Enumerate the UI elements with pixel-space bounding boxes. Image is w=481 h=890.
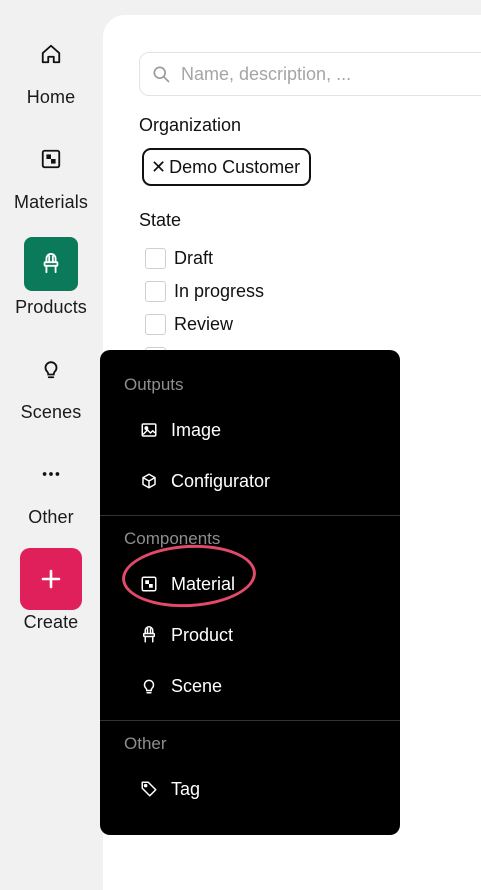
organization-title: Organization <box>139 115 242 135</box>
menu-item-scene[interactable]: Scene <box>140 671 222 701</box>
more-icon <box>24 447 78 501</box>
create-menu: Outputs Image Configurator Components Ma… <box>100 350 400 835</box>
menu-item-image[interactable]: Image <box>140 415 221 445</box>
tag-icon <box>141 781 157 797</box>
checkbox[interactable] <box>145 247 166 269</box>
create-button[interactable]: Create <box>0 548 102 648</box>
state-option-review[interactable]: Review <box>145 312 233 336</box>
sidebar-item-other[interactable]: Other <box>0 447 102 547</box>
chair-icon <box>143 626 155 643</box>
search-box <box>139 52 481 96</box>
menu-section-components: Components <box>124 529 221 548</box>
sidebar: Home Materials Products Scenes Other Cre… <box>0 0 102 890</box>
menu-item-configurator[interactable]: Configurator <box>140 466 270 496</box>
sidebar-item-label: Other <box>28 507 74 527</box>
menu-divider <box>100 515 400 516</box>
menu-divider <box>100 720 400 721</box>
state-option-label: Draft <box>174 247 214 268</box>
sidebar-item-label: Materials <box>14 192 88 212</box>
material-icon <box>24 132 78 186</box>
image-icon <box>141 423 157 437</box>
menu-item-label: Tag <box>171 778 201 799</box>
sidebar-item-products[interactable]: Products <box>0 237 102 337</box>
search-icon <box>153 66 170 83</box>
menu-section-outputs: Outputs <box>124 375 184 394</box>
menu-item-tag[interactable]: Tag <box>140 774 200 804</box>
state-title: State <box>139 210 182 230</box>
plus-icon <box>20 548 82 610</box>
chair-icon <box>24 237 78 291</box>
menu-item-label: Configurator <box>171 470 271 491</box>
state-option-label: In progress <box>174 280 265 301</box>
menu-item-product[interactable]: Product <box>140 620 233 650</box>
cube-icon <box>142 473 156 489</box>
search-input[interactable] <box>181 63 481 85</box>
home-icon <box>24 27 78 81</box>
create-label: Create <box>23 612 79 632</box>
sidebar-item-label: Products <box>15 297 87 317</box>
sidebar-item-label: Home <box>26 87 76 107</box>
organization-chip[interactable]: ✕ Demo Customer <box>142 148 312 186</box>
material-icon <box>141 576 157 592</box>
menu-item-label: Product <box>171 624 234 645</box>
lightbulb-icon <box>143 679 155 694</box>
remove-icon[interactable]: ✕ <box>151 157 166 178</box>
checkbox[interactable] <box>145 313 166 335</box>
state-option-label: Review <box>174 313 234 334</box>
lightbulb-icon <box>24 342 78 396</box>
sidebar-item-home[interactable]: Home <box>0 27 102 127</box>
state-option-draft[interactable]: Draft <box>145 246 213 270</box>
menu-item-label: Material <box>171 573 236 594</box>
state-option-in-progress[interactable]: In progress <box>145 279 264 303</box>
menu-item-material[interactable]: Material <box>140 569 235 599</box>
sidebar-item-scenes[interactable]: Scenes <box>0 342 102 442</box>
checkbox[interactable] <box>145 280 166 302</box>
organization-chip-label: Demo Customer <box>169 156 301 177</box>
sidebar-item-materials[interactable]: Materials <box>0 132 102 232</box>
menu-item-label: Scene <box>171 675 223 696</box>
menu-section-other: Other <box>124 734 167 753</box>
sidebar-item-label: Scenes <box>20 402 82 422</box>
menu-item-label: Image <box>171 419 222 440</box>
